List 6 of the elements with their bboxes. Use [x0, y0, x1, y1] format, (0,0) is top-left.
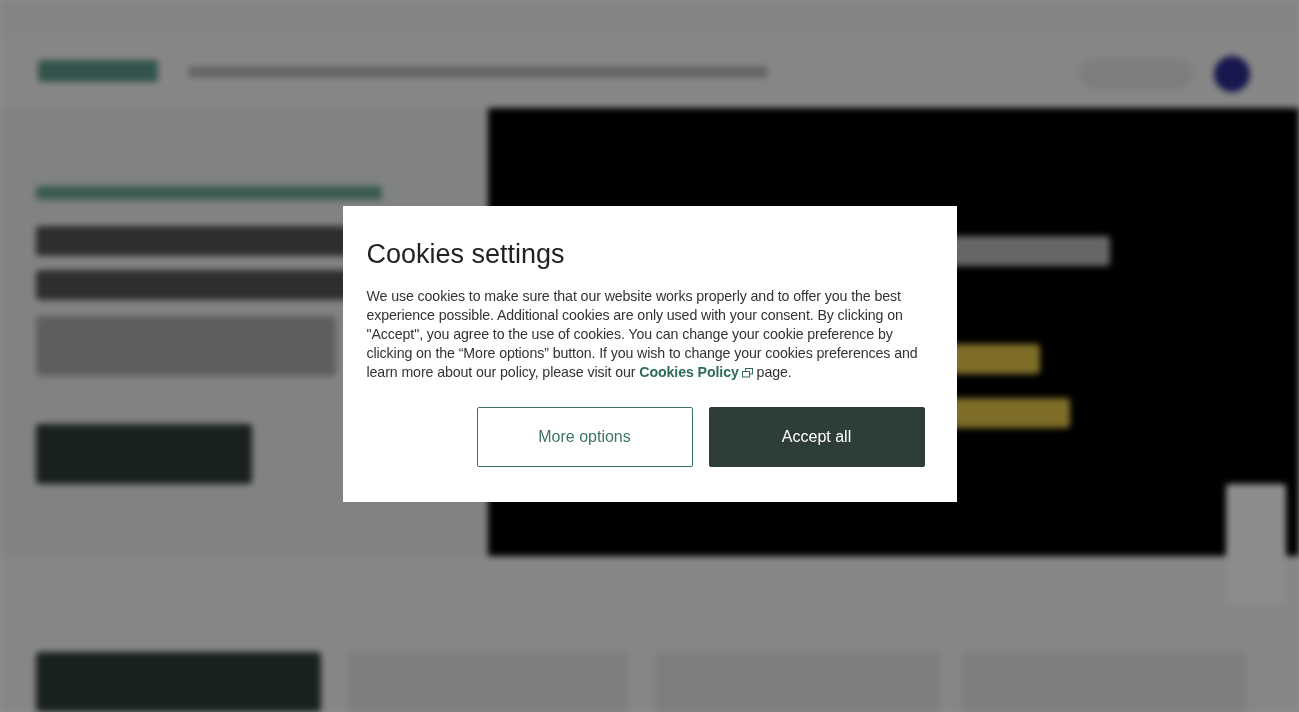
dialog-message: We use cookies to make sure that our website works properly and to offer you the best experience possible. Additional cookies are only used with your consent. By clicking on "Accept", you agree to the use of cookies. You can change your cookie preference by clicking on the “More options” button. If you wish to change your cookies preferences and learn more about our policy, please visit our Cookies Policy page. [366, 287, 919, 382]
dialog-title: Cookies settings [366, 238, 566, 270]
external-link-icon [741, 368, 753, 378]
accept-all-button[interactable]: Accept all [708, 407, 925, 467]
more-options-button[interactable]: More options [476, 407, 693, 467]
cookies-policy-link[interactable]: Cookies Policy [639, 364, 753, 380]
